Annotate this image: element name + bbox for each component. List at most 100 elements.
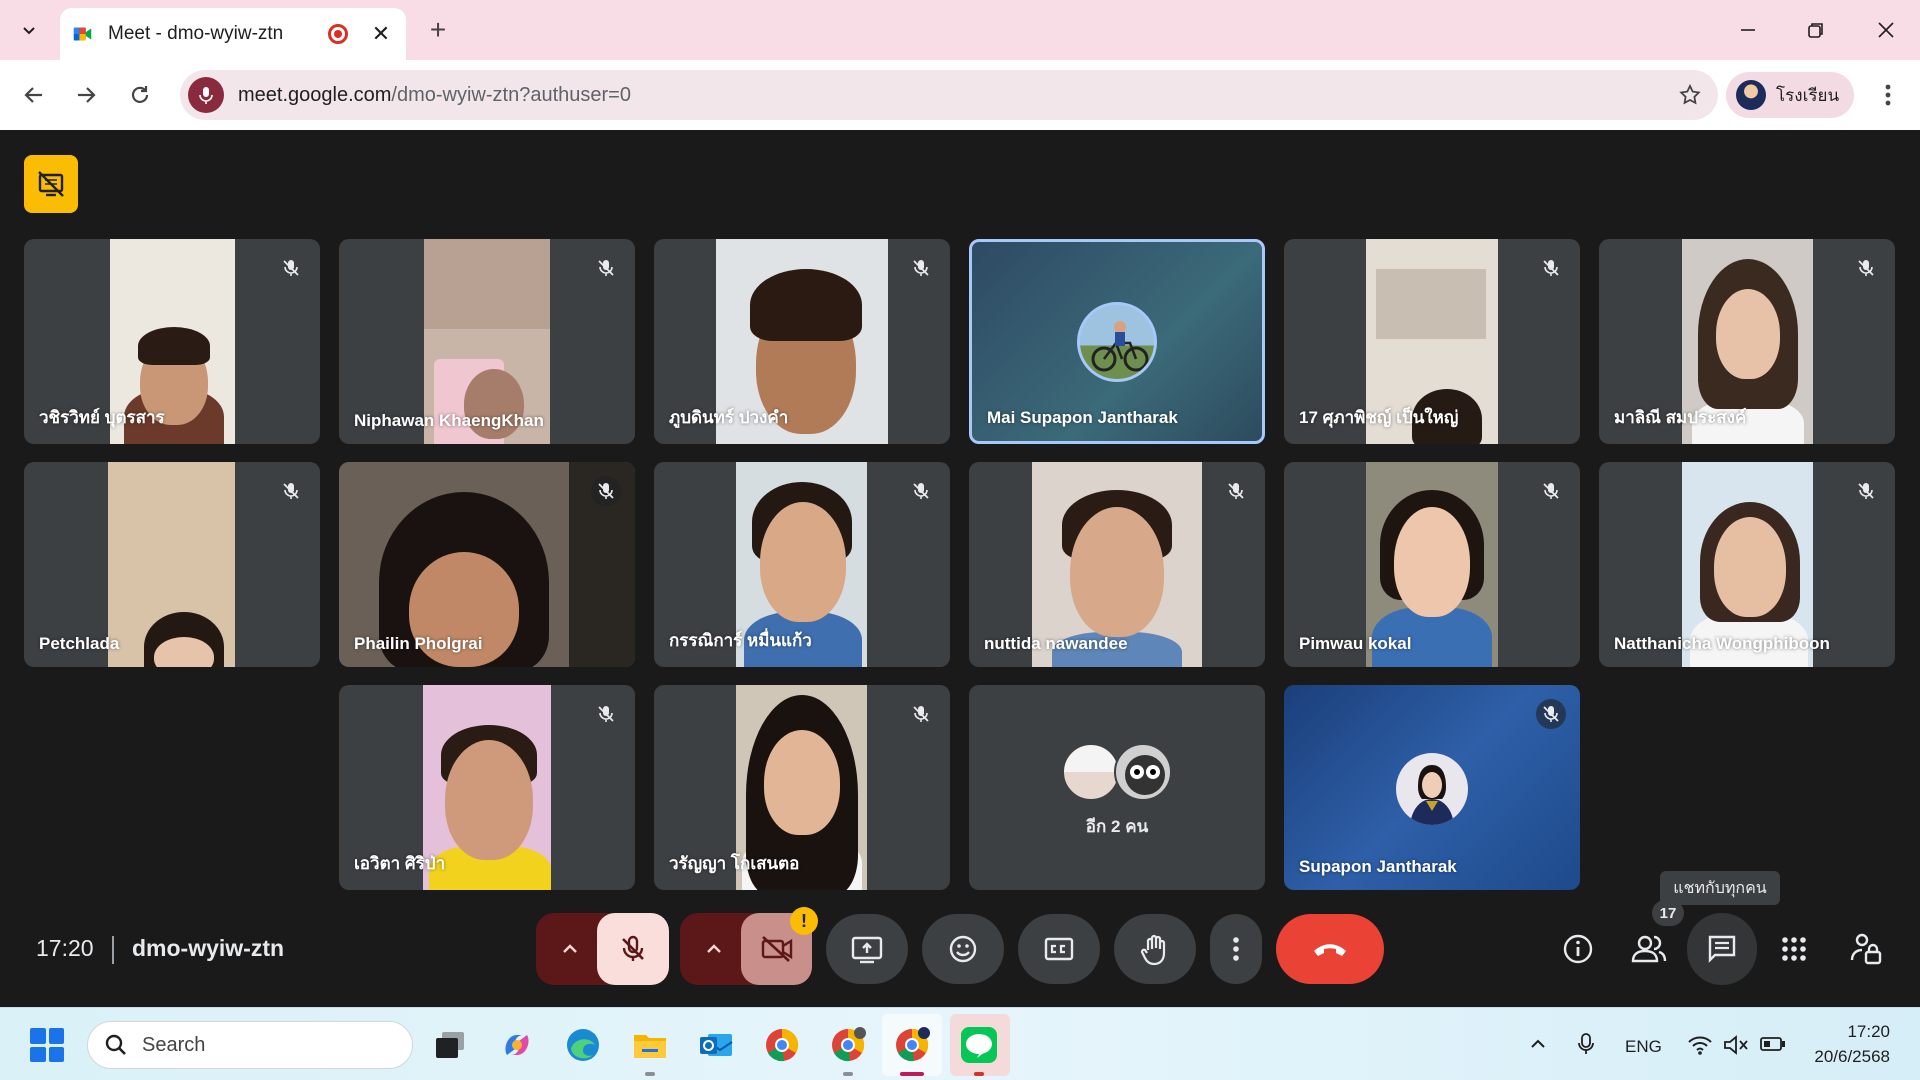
captions-button[interactable] [1018, 914, 1100, 984]
mic-off-icon [591, 476, 621, 506]
participant-tile[interactable]: วรัญญา โกเสนตอ [654, 685, 950, 890]
meeting-details-button[interactable] [1555, 926, 1601, 972]
url-domain: meet.google.com [238, 83, 392, 106]
browser-menu-button[interactable] [1870, 75, 1906, 115]
task-view-button[interactable] [430, 1025, 470, 1065]
video-figure [138, 327, 210, 365]
new-tab-button[interactable]: + [420, 12, 456, 48]
wifi-tray-icon[interactable] [1687, 1034, 1713, 1061]
chrome-app[interactable] [762, 1025, 802, 1065]
no-screen-share-icon [38, 171, 64, 197]
participant-tile[interactable]: 17 ศุภาพิชญ์ เป็นใหญ่ [1284, 239, 1580, 444]
video-options-button[interactable] [684, 913, 744, 985]
host-controls-button[interactable] [1843, 926, 1889, 972]
mic-off-icon [906, 699, 936, 729]
chat-button[interactable] [1699, 926, 1745, 972]
minimize-button[interactable] [1720, 10, 1776, 50]
participant-tile[interactable]: Natthanicha Wongphiboon [1599, 462, 1895, 667]
reactions-button[interactable] [922, 914, 1004, 984]
reload-icon [131, 86, 149, 103]
taskbar-search[interactable]: Search [87, 1021, 413, 1069]
microphone-toggle-button[interactable] [597, 913, 669, 985]
profile-name: โรงเรียน [1776, 85, 1840, 105]
line-icon [961, 1027, 997, 1063]
participant-tile[interactable]: nuttida nawandee [969, 462, 1265, 667]
show-hidden-icons-button[interactable] [1528, 1034, 1548, 1059]
participant-tile[interactable]: Petchlada [24, 462, 320, 667]
line-app[interactable] [959, 1025, 999, 1065]
windows-start-button[interactable] [30, 1028, 64, 1062]
outlook-app[interactable] [696, 1025, 736, 1065]
windows-taskbar: Search ENG 17:20 20/6/2568 [0, 1007, 1920, 1080]
participant-tile-speaking[interactable]: Mai Supapon Jantharak [969, 239, 1265, 444]
battery-icon [1760, 1037, 1785, 1051]
video-off-notice-button[interactable] [24, 155, 78, 213]
chevron-up-icon [707, 944, 721, 953]
participant-tile[interactable]: Niphawan KhaengKhan [339, 239, 635, 444]
folder-icon [634, 1035, 666, 1058]
participant-name: Pimwau kokal [1299, 634, 1412, 653]
participant-name: ภูบดินทร์ ปวงคำ [669, 408, 789, 427]
address-bar[interactable]: meet.google.com/dmo-wyiw-ztn?authuser=0 [180, 70, 1718, 120]
profile-button[interactable]: โรงเรียน [1726, 72, 1854, 118]
raise-hand-button[interactable] [1114, 914, 1196, 984]
chrome-icon [896, 1027, 930, 1062]
more-vert-icon [1885, 84, 1891, 106]
taskbar-time[interactable]: 17:20 [1800, 1022, 1890, 1042]
others-tile[interactable]: อีก 2 คน [969, 685, 1265, 890]
forward-button[interactable] [66, 75, 106, 115]
microphone-icon [1578, 1033, 1594, 1054]
activities-button[interactable] [1771, 926, 1817, 972]
leave-call-button[interactable] [1276, 914, 1384, 984]
people-button[interactable] [1626, 926, 1672, 972]
participant-tile[interactable]: ภูบดินทร์ ปวงคำ [654, 239, 950, 444]
chat-icon [1708, 935, 1736, 963]
browser-tab-strip: Meet - dmo-wyiw-ztn ✕ + [0, 0, 1920, 60]
task-view-icon [436, 1032, 464, 1058]
participant-tile[interactable]: กรรณิการ์ หมื่นแก้ว [654, 462, 950, 667]
reload-button[interactable] [120, 75, 160, 115]
restore-button[interactable] [1788, 10, 1844, 50]
mic-off-icon [591, 253, 621, 283]
participant-video [108, 462, 235, 667]
chrome-icon [766, 1028, 799, 1062]
participant-tile[interactable]: Supapon Jantharak [1284, 685, 1580, 890]
volume-tray-icon[interactable] [1723, 1034, 1749, 1061]
microphone-tray-icon[interactable] [1576, 1032, 1596, 1061]
active-tab[interactable]: Meet - dmo-wyiw-ztn ✕ [60, 8, 406, 60]
people-icon [1631, 935, 1667, 963]
bookmark-star-icon[interactable] [1670, 75, 1710, 115]
video-figure [1714, 517, 1786, 617]
copilot-app[interactable] [497, 1025, 537, 1065]
recording-indicator-icon [328, 24, 348, 44]
participant-tile[interactable]: Pimwau kokal [1284, 462, 1580, 667]
close-tab-icon[interactable]: ✕ [368, 21, 394, 47]
mic-off-icon [906, 476, 936, 506]
mic-off-icon [906, 253, 936, 283]
participant-tile[interactable]: มาลิณี สมประสงค์ [1599, 239, 1895, 444]
mic-off-icon [591, 699, 621, 729]
battery-tray-icon[interactable] [1760, 1036, 1786, 1057]
close-window-button[interactable] [1858, 10, 1914, 50]
video-figure [764, 730, 840, 835]
participant-tile[interactable]: Phailin Pholgrai [339, 462, 635, 667]
chrome-profile-app[interactable] [828, 1025, 868, 1065]
input-language[interactable]: ENG [1625, 1037, 1662, 1057]
microphone-in-use-icon[interactable] [188, 77, 224, 113]
minimize-icon [1741, 29, 1755, 31]
browser-toolbar: meet.google.com/dmo-wyiw-ztn?authuser=0 … [0, 60, 1920, 130]
present-screen-button[interactable] [826, 914, 908, 984]
file-explorer-app[interactable] [630, 1025, 670, 1065]
edge-app[interactable] [563, 1025, 603, 1065]
chrome-meet-app[interactable] [892, 1025, 932, 1065]
taskbar-date[interactable]: 20/6/2568 [1800, 1047, 1890, 1067]
participant-name: Supapon Jantharak [1299, 857, 1457, 876]
tab-search-button[interactable] [10, 12, 48, 48]
participant-tile[interactable]: เอวิตา ศิริป่า [339, 685, 635, 890]
participant-tile[interactable]: วชิรวิทย์ บุตรสาร [24, 239, 320, 444]
back-button[interactable] [14, 75, 54, 115]
audio-options-button[interactable] [540, 913, 600, 985]
search-icon [105, 1034, 126, 1055]
more-options-button[interactable] [1210, 914, 1262, 984]
running-indicator [645, 1072, 655, 1076]
